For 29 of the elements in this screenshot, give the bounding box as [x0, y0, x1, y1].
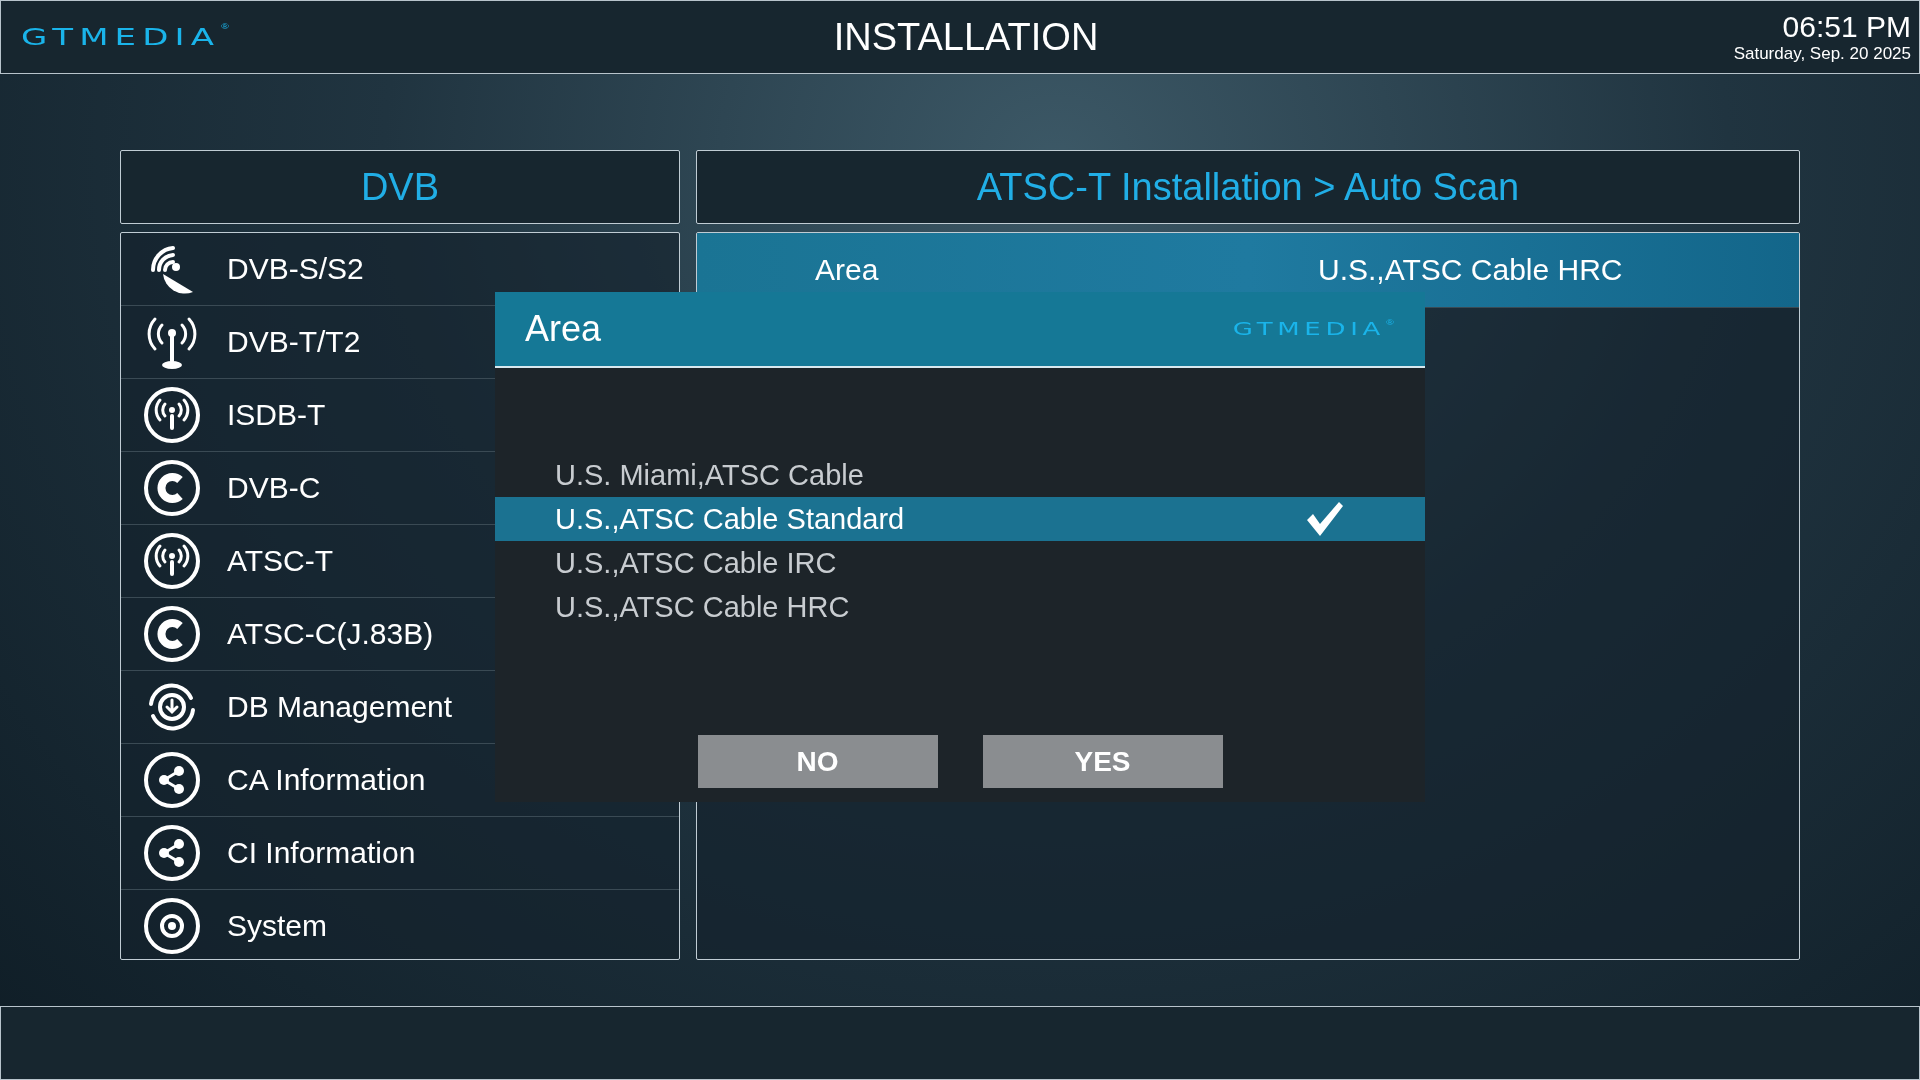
menu-title: DVB: [120, 150, 680, 224]
menu-item[interactable]: DVB-C: [227, 471, 321, 505]
share-icon: [143, 824, 201, 882]
area-option[interactable]: U.S.,ATSC Cable Standard: [495, 497, 1425, 541]
menu-item[interactable]: CI Information: [227, 836, 416, 870]
menu-item[interactable]: DVB-S/S2: [227, 252, 364, 286]
menu-item[interactable]: DVB-T/T2: [227, 325, 361, 359]
menu-item[interactable]: ATSC-C(J.83B): [227, 617, 434, 651]
broadcast-icon: [143, 532, 201, 590]
page-title: INSTALLATION: [833, 15, 1099, 59]
clock-time: 06:51 PM: [1782, 10, 1911, 44]
setting-label: Area: [814, 253, 880, 287]
menu-item[interactable]: CA Information: [227, 763, 426, 797]
copyright-icon: [143, 459, 201, 517]
clock-date: Saturday, Sep. 20 2025: [1733, 44, 1911, 64]
broadcast-icon: [143, 386, 201, 444]
panel-title: ATSC-T Installation > Auto Scan: [696, 150, 1800, 224]
area-option[interactable]: U.S. Miami,ATSC Cable: [495, 453, 1425, 497]
checkmark-icon: [1305, 500, 1345, 538]
area-option[interactable]: U.S.,ATSC Cable IRC: [495, 541, 1425, 585]
menu-item[interactable]: DB Management: [227, 690, 453, 724]
menu-item[interactable]: ISDB-T: [227, 398, 326, 432]
share-icon: [143, 751, 201, 809]
setting-value: U.S.,ATSC Cable HRC: [1317, 253, 1624, 287]
copyright-icon: [143, 605, 201, 663]
dialog-title: Area: [525, 308, 602, 350]
menu-item[interactable]: ATSC-T: [227, 544, 334, 578]
menu-item[interactable]: System: [227, 909, 328, 943]
area-option[interactable]: U.S.,ATSC Cable HRC: [495, 585, 1425, 629]
